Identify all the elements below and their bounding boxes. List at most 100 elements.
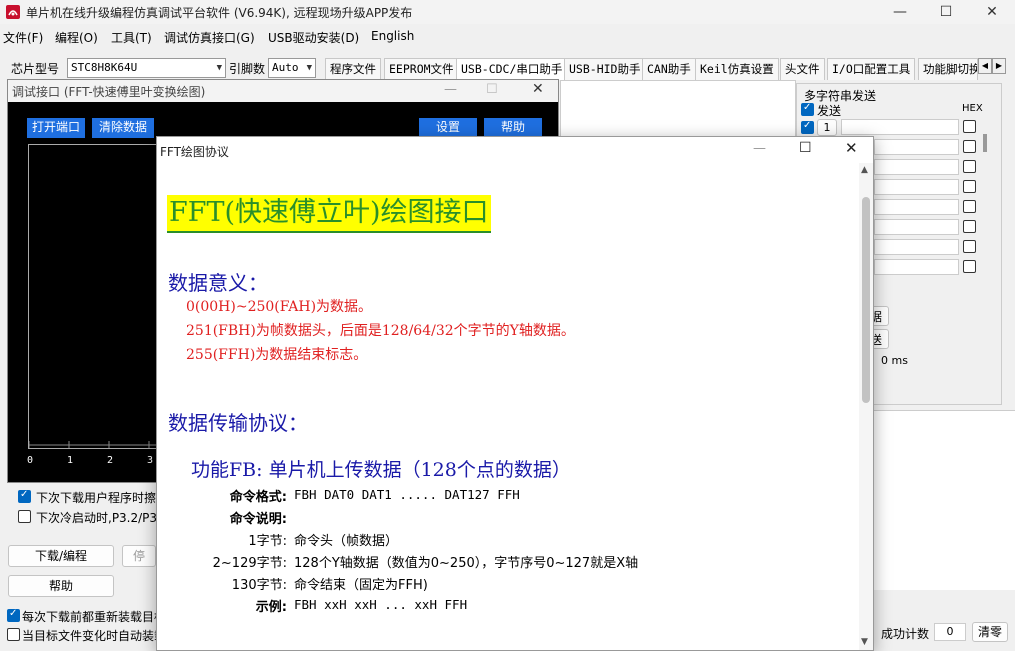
- row1-hex-checkbox[interactable]: [963, 120, 976, 133]
- menu-file[interactable]: 文件(F): [3, 29, 43, 46]
- cold-start-checkbox[interactable]: [18, 510, 31, 523]
- tab-program-file[interactable]: 程序文件: [325, 58, 381, 80]
- menu-bar: 文件(F) 编程(O) 工具(T) 调试仿真接口(G) USB驱动安装(D) E…: [0, 26, 1015, 48]
- pins-select-value: Auto: [272, 61, 299, 74]
- row5-input[interactable]: [874, 199, 959, 215]
- tab-usb-hid[interactable]: USB-HID助手: [564, 58, 646, 80]
- interval-value: 0 ms: [881, 354, 908, 367]
- debug-close-icon[interactable]: ✕: [532, 81, 544, 97]
- tab-can[interactable]: CAN助手: [642, 58, 696, 80]
- section-transfer-protocol: 数据传输协议：: [168, 411, 308, 435]
- chip-select-value: STC8H8K64U: [71, 61, 138, 74]
- meaning-line-2: 251(FBH)为帧数据头，后面是128/64/32个字节的Y轴数据。: [186, 323, 575, 339]
- cmd-desc-label: 命令说明:: [229, 512, 287, 527]
- row3-hex-checkbox[interactable]: [963, 160, 976, 173]
- row1-input[interactable]: [841, 119, 959, 135]
- tab-io-config[interactable]: I/O口配置工具: [827, 58, 916, 80]
- byte3-label: 130字节:: [231, 578, 287, 593]
- debug-window-titlebar: 调试接口 (FFT-快速傅里叶变换绘图) — ☐ ✕: [8, 80, 558, 102]
- cmd-format-value: FBH DAT0 DAT1 ..... DAT127 FFH: [294, 487, 520, 502]
- byte2-value: 128个Y轴数据（数值为0~250），字节序号0~127就是X轴: [294, 556, 639, 571]
- chip-label: 芯片型号: [11, 62, 60, 76]
- app-window: 单片机在线升级编程仿真调试平台软件 (V6.94K), 远程现场升级APP发布 …: [0, 0, 1015, 651]
- tab-scroll-right-icon[interactable]: ▶: [992, 58, 1006, 74]
- menu-english[interactable]: English: [371, 29, 414, 43]
- tab-eeprom-file[interactable]: EEPROM文件: [384, 58, 459, 80]
- fft-protocol-dialog: FFT绘图协议 — ☐ ✕ FFT(快速傅立叶)绘图接口 数据意义： 0(00H…: [156, 136, 874, 651]
- tab-keil[interactable]: Keil仿真设置: [695, 58, 779, 80]
- chip-select[interactable]: STC8H8K64U ▼: [67, 58, 226, 78]
- tab-header[interactable]: 头文件: [780, 58, 825, 80]
- download-button[interactable]: 下载/编程: [8, 545, 114, 567]
- pins-select[interactable]: Auto ▼: [268, 58, 316, 78]
- send-label: 发送: [817, 104, 842, 118]
- fft-maximize-icon[interactable]: ☐: [799, 140, 812, 156]
- row2-input[interactable]: [874, 139, 959, 155]
- menu-program[interactable]: 编程(O): [55, 29, 98, 46]
- close-button[interactable]: ✕: [969, 0, 1015, 24]
- row7-hex-checkbox[interactable]: [963, 240, 976, 253]
- erase-checkbox[interactable]: [18, 489, 31, 503]
- app-title: 单片机在线升级编程仿真调试平台软件 (V6.94K), 远程现场升级APP发布: [26, 6, 413, 20]
- tab-pin-switch[interactable]: 功能脚切换: [918, 58, 978, 80]
- auto-load-checkbox[interactable]: [7, 628, 20, 641]
- fft-close-icon[interactable]: ✕: [845, 139, 858, 157]
- x-tick: 2: [107, 455, 114, 466]
- row4-input[interactable]: [874, 179, 959, 195]
- row5-hex-checkbox[interactable]: [963, 200, 976, 213]
- main-help-button[interactable]: 帮助: [8, 575, 114, 597]
- fft-minimize-icon[interactable]: —: [753, 141, 766, 156]
- row7-input[interactable]: [874, 239, 959, 255]
- stop-button-label: 停: [132, 549, 145, 563]
- fft-dialog-scrollbar[interactable]: ▲ ▼: [859, 163, 873, 650]
- cold-start-label: 下次冷启动时,P3.2/P3: [36, 511, 158, 525]
- clear-data-button[interactable]: 清除数据: [92, 118, 154, 138]
- tab-scroll-left-icon[interactable]: ◀: [978, 58, 992, 74]
- x-tick: 3: [147, 455, 154, 466]
- row4-hex-checkbox[interactable]: [963, 180, 976, 193]
- hex-label: HEX: [962, 103, 983, 114]
- row2-hex-checkbox[interactable]: [963, 140, 976, 153]
- maximize-button[interactable]: ☐: [923, 0, 969, 24]
- fft-heading: FFT(快速傅立叶)绘图接口: [167, 195, 491, 233]
- row8-input[interactable]: [874, 259, 959, 275]
- x-tick: 1: [67, 455, 74, 466]
- fft-dialog-titlebar: FFT绘图协议 — ☐ ✕: [157, 137, 873, 163]
- row6-input[interactable]: [874, 219, 959, 235]
- row3-input[interactable]: [874, 159, 959, 175]
- chevron-down-icon: ▼: [306, 63, 312, 73]
- example-label: 示例:: [255, 600, 287, 615]
- debug-window-title: 调试接口 (FFT-快速傅里叶变换绘图): [12, 85, 206, 99]
- cmd-format-label: 命令格式:: [229, 490, 287, 505]
- debug-maximize-icon[interactable]: ☐: [486, 82, 498, 97]
- panel-scroll-thumb[interactable]: [983, 134, 987, 152]
- row8-hex-checkbox[interactable]: [963, 260, 976, 273]
- menu-debug[interactable]: 调试仿真接口(G): [164, 29, 255, 46]
- tab-usb-cdc[interactable]: USB-CDC/串口助手: [456, 58, 568, 80]
- reload-checkbox[interactable]: [7, 608, 20, 622]
- scroll-down-icon[interactable]: ▼: [861, 637, 868, 647]
- send-all-checkbox[interactable]: [801, 102, 814, 116]
- row6-hex-checkbox[interactable]: [963, 220, 976, 233]
- clear-count-button[interactable]: 清零: [972, 622, 1008, 642]
- byte1-label: 1字节:: [248, 534, 287, 549]
- menu-tools[interactable]: 工具(T): [111, 29, 152, 46]
- pins-label: 引脚数: [229, 62, 266, 76]
- row1-send-button[interactable]: 1: [817, 119, 837, 136]
- chevron-down-icon: ▼: [216, 63, 222, 73]
- minimize-button[interactable]: —: [877, 0, 923, 24]
- success-count-label: 成功计数: [881, 627, 930, 641]
- debug-minimize-icon[interactable]: —: [444, 82, 457, 97]
- menu-usb-driver[interactable]: USB驱动安装(D): [268, 29, 359, 46]
- auto-load-label: 当目标文件变化时自动装载: [22, 629, 167, 643]
- row1-checkbox[interactable]: [801, 120, 814, 134]
- stop-button[interactable]: 停: [122, 545, 156, 567]
- settings-button[interactable]: 设置: [419, 118, 477, 138]
- open-port-button[interactable]: 打开端口: [27, 118, 85, 138]
- success-count-value: 0: [934, 623, 966, 641]
- debug-help-button[interactable]: 帮助: [484, 118, 542, 138]
- scroll-up-icon[interactable]: ▲: [861, 165, 868, 175]
- meaning-line-1: 0(00H)~250(FAH)为数据。: [186, 299, 373, 315]
- scroll-thumb[interactable]: [862, 197, 870, 403]
- clear-count-button-label: 清零: [977, 625, 1002, 639]
